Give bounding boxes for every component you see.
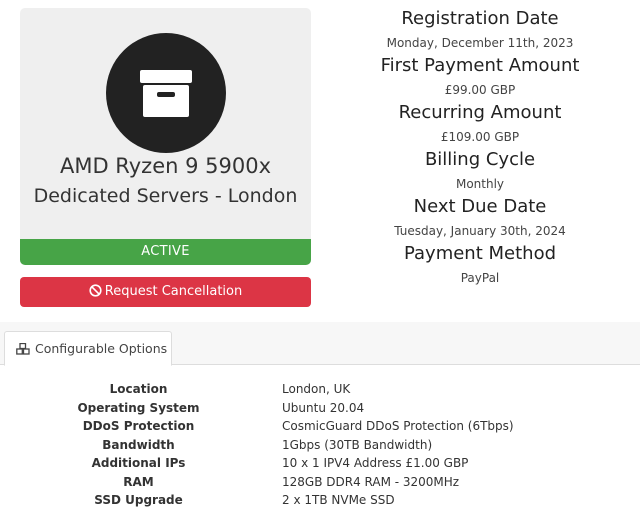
option-label: Bandwidth [102, 437, 175, 452]
ban-icon [89, 284, 102, 297]
recurring-amount-label: Recurring Amount [398, 102, 562, 123]
option-value: CosmicGuard DDoS Protection (6Tbps) [282, 419, 514, 433]
payment-method-label: Payment Method [403, 243, 557, 264]
first-payment-value: £99.00 GBP [444, 83, 516, 97]
option-label: Operating System [77, 400, 200, 415]
option-label: SSD Upgrade [94, 493, 183, 507]
cubes-icon [16, 343, 30, 355]
billing-cycle-label: Billing Cycle [424, 149, 536, 170]
option-value: 128GB DDR4 RAM - 3200MHz [282, 474, 460, 489]
registration-date-value: Monday, December 11th, 2023 [386, 36, 574, 50]
option-value: 2 x 1TB NVMe SSD [282, 493, 395, 507]
option-label: RAM [123, 474, 154, 489]
status-badge: ACTIVE [20, 239, 311, 265]
option-value: 10 x 1 IPV4 Address £1.00 GBP [282, 456, 469, 470]
option-row-ssd-upgrade: SSD Upgrade 2 x 1TB NVMe SSD [0, 491, 640, 510]
option-row-bandwidth: Bandwidth 1Gbps (30TB Bandwidth) [0, 436, 640, 455]
request-cancellation-button[interactable]: Request Cancellation [20, 277, 311, 307]
option-row-location: Location London, UK [0, 380, 640, 399]
next-due-date-label: Next Due Date [413, 196, 547, 217]
first-payment-label: First Payment Amount [380, 55, 580, 76]
option-label: Location [109, 382, 168, 396]
product-card: AMD Ryzen 9 5900x Dedicated Servers - Lo… [20, 8, 311, 239]
option-value: London, UK [282, 382, 351, 396]
payment-method-value: PayPal [460, 271, 500, 285]
option-row-operating-system: Operating System Ubuntu 20.04 [0, 399, 640, 418]
product-overview-panel: AMD Ryzen 9 5900x Dedicated Servers - Lo… [0, 0, 640, 323]
tab-strip: Configurable Options [0, 322, 640, 366]
option-row-additional-ips: Additional IPs 10 x 1 IPV4 Address £1.00… [0, 454, 640, 473]
billing-cycle-value: Monthly [455, 177, 505, 191]
product-name: AMD Ryzen 9 5900x [59, 154, 272, 178]
option-value: 1Gbps (30TB Bandwidth) [282, 437, 433, 452]
registration-date-label: Registration Date [401, 8, 559, 29]
tab-configurable-options-label: Configurable Options [35, 341, 168, 356]
request-cancellation-label: Request Cancellation [104, 284, 243, 299]
recurring-amount-value: £109.00 GBP [440, 130, 520, 144]
archive-box-icon [140, 70, 192, 117]
tab-configurable-options[interactable]: Configurable Options [4, 331, 172, 366]
option-label: DDoS Protection [82, 419, 195, 433]
configurable-options-table: Location London, UK Operating System Ubu… [0, 380, 640, 510]
next-due-date-value: Tuesday, January 30th, 2024 [394, 224, 566, 238]
option-label: Additional IPs [91, 456, 186, 470]
option-row-ram: RAM 128GB DDR4 RAM - 3200MHz [0, 473, 640, 492]
product-icon-badge [106, 33, 226, 153]
option-value: Ubuntu 20.04 [282, 400, 365, 415]
product-group: Dedicated Servers - London [33, 185, 298, 207]
option-row-ddos-protection: DDoS Protection CosmicGuard DDoS Protect… [0, 417, 640, 436]
billing-info: Registration Date Monday, December 11th,… [330, 6, 630, 288]
